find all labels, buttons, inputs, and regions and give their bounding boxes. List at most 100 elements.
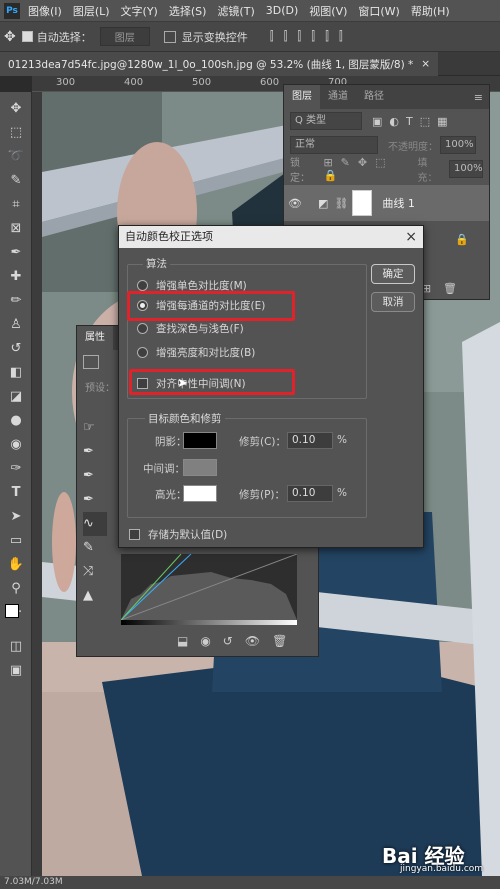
close-tab-icon[interactable]: ×: [421, 58, 430, 70]
highlight-box-snap-neutral: [129, 369, 295, 395]
layer-filter-dropdown[interactable]: Q 类型: [290, 112, 362, 130]
ruler-tick: 300: [56, 77, 76, 88]
filter-icons[interactable]: ▣◐T⬚▦: [372, 115, 455, 128]
menu-window[interactable]: 窗口(W): [358, 3, 399, 19]
menu-layer[interactable]: 图层(L): [73, 3, 110, 19]
document-tab[interactable]: 01213dea7d54fc.jpg@1280w_1l_0o_100sh.jpg…: [0, 52, 439, 76]
lock-icons[interactable]: ⊞✎✥⬚🔒: [323, 156, 413, 182]
close-icon[interactable]: ×: [405, 226, 417, 248]
curve-graph[interactable]: [121, 554, 297, 620]
dodge-tool-icon[interactable]: ◉: [6, 434, 26, 454]
tools-panel: ✥ ⬚ ➰ ✎ ⌗ ⊠ ✒ ✚ ✏ ♙ ↺ ◧ ◪ ● ◉ ✑ T ➤ ▭ ✋ …: [0, 92, 32, 889]
tab-paths[interactable]: 路径: [356, 85, 392, 109]
highlight-clip-input[interactable]: 0.10: [287, 485, 333, 502]
gradient-tool-icon[interactable]: ◪: [6, 386, 26, 406]
highlight-clip-label: 修剪(P)：: [239, 489, 286, 501]
quick-select-tool-icon[interactable]: ✎: [6, 170, 26, 190]
radio-brightness[interactable]: [137, 346, 148, 358]
tab-layers[interactable]: 图层: [284, 85, 320, 109]
blend-mode-dropdown[interactable]: 正常: [290, 136, 378, 154]
panel-menu-icon[interactable]: ≡: [474, 91, 483, 104]
option-enhance-brightness[interactable]: 增强亮度和对比度(B): [137, 343, 255, 361]
crop-tool-icon[interactable]: ⌗: [6, 194, 26, 214]
shadow-clip-label: 修剪(C)：: [239, 436, 287, 448]
mouse-cursor-icon: ➤: [177, 376, 188, 391]
radio-find-dark-light[interactable]: [137, 322, 148, 334]
edit-points-icon[interactable]: ∿: [83, 512, 107, 536]
align-icons[interactable]: ⫿⫿⫿⫿⫿⫿: [270, 29, 353, 44]
clipping-warning-icon[interactable]: ▲: [83, 584, 107, 608]
move-tool-icon[interactable]: ✥: [4, 29, 16, 45]
gray-point-eyedropper-icon[interactable]: ✒: [83, 464, 107, 488]
visibility-eye-icon[interactable]: 👁: [288, 197, 308, 210]
eraser-tool-icon[interactable]: ◧: [6, 362, 26, 382]
clone-stamp-tool-icon[interactable]: ♙: [6, 314, 26, 334]
menu-select[interactable]: 选择(S): [169, 3, 207, 19]
dialog-titlebar: 自动颜色校正选项 ×: [119, 226, 423, 248]
fill-label: 填充：: [417, 158, 438, 184]
cancel-button[interactable]: 取消: [371, 292, 415, 312]
frame-tool-icon[interactable]: ⊠: [6, 218, 26, 238]
properties-footer-icons[interactable]: ⬓◉↺👁🗑: [177, 634, 299, 648]
option-find-dark-light[interactable]: 查找深色与浅色(F): [137, 319, 244, 337]
midtones-label: 中间调：: [143, 463, 185, 475]
highlight-color-swatch[interactable]: [183, 485, 217, 502]
algorithm-group-label: 算法: [143, 256, 170, 271]
move-tool-icon[interactable]: ✥: [6, 98, 26, 118]
lock-row: 锁定： ⊞✎✥⬚🔒 填充： 100%: [284, 156, 489, 184]
on-image-adjust-icon[interactable]: ☞: [83, 416, 107, 440]
ok-button[interactable]: 确定: [371, 264, 415, 284]
highlight-box-per-channel: [127, 291, 295, 321]
rectangle-tool-icon[interactable]: ▭: [6, 530, 26, 550]
brush-tool-icon[interactable]: ✏: [6, 290, 26, 310]
smooth-curve-icon[interactable]: ⤨: [83, 560, 107, 584]
history-brush-tool-icon[interactable]: ↺: [6, 338, 26, 358]
photoshop-app-icon[interactable]: Ps: [4, 2, 20, 19]
shadow-clip-input[interactable]: 0.10: [287, 432, 333, 449]
curve-tools: ☞ ✒ ✒ ✒ ∿ ✎ ⤨ ▲: [83, 416, 107, 606]
draw-curve-icon[interactable]: ✎: [83, 536, 107, 560]
pen-tool-icon[interactable]: ✑: [6, 458, 26, 478]
opacity-input[interactable]: 100%: [440, 136, 476, 154]
layer-mask-thumbnail[interactable]: [352, 190, 373, 216]
tab-properties[interactable]: 属性: [77, 326, 113, 350]
curves-adjustment-icon: ◩: [318, 196, 329, 210]
layer-name[interactable]: 曲线 1: [382, 195, 415, 211]
save-default-checkbox[interactable]: [129, 528, 140, 540]
eyedropper-tool-icon[interactable]: ✒: [6, 242, 26, 262]
menu-3d[interactable]: 3D(D): [266, 4, 299, 17]
menu-image[interactable]: 图像(I): [28, 3, 62, 19]
save-as-default-row[interactable]: 存储为默认值(D): [129, 525, 227, 543]
path-selection-tool-icon[interactable]: ➤: [6, 506, 26, 526]
layer-row-curves[interactable]: 👁 ◩ ⛓ 曲线 1: [284, 185, 489, 221]
type-tool-icon[interactable]: T: [6, 482, 26, 502]
highlights-label: 高光：: [155, 489, 187, 501]
radio-monochromatic[interactable]: [137, 279, 148, 291]
healing-brush-tool-icon[interactable]: ✚: [6, 266, 26, 286]
foreground-color-swatch[interactable]: [5, 604, 19, 618]
zoom-tool-icon[interactable]: ⚲: [6, 578, 26, 598]
black-point-eyedropper-icon[interactable]: ✒: [83, 440, 107, 464]
shadow-color-swatch[interactable]: [183, 432, 217, 449]
quick-mask-icon[interactable]: ◫: [6, 636, 26, 656]
menu-view[interactable]: 视图(V): [309, 3, 347, 19]
ruler-tick: 400: [124, 77, 144, 88]
target-colors-group-label: 目标颜色和修剪: [145, 411, 225, 426]
option-label: 查找深色与浅色(F): [156, 322, 244, 335]
white-point-eyedropper-icon[interactable]: ✒: [83, 488, 107, 512]
show-transform-checkbox[interactable]: [163, 30, 176, 43]
menu-help[interactable]: 帮助(H): [411, 3, 450, 19]
midtone-color-swatch[interactable]: [183, 459, 217, 476]
percent-label: %: [337, 487, 347, 499]
menu-type[interactable]: 文字(Y): [121, 3, 158, 19]
auto-select-dropdown[interactable]: 图层: [99, 27, 150, 46]
hand-tool-icon[interactable]: ✋: [6, 554, 26, 574]
menu-filter[interactable]: 滤镜(T): [217, 3, 254, 19]
blur-tool-icon[interactable]: ●: [6, 410, 26, 430]
screen-mode-icon[interactable]: ▣: [6, 660, 26, 680]
tab-channels[interactable]: 通道: [320, 85, 356, 109]
fill-input[interactable]: 100%: [449, 160, 483, 178]
marquee-tool-icon[interactable]: ⬚: [6, 122, 26, 142]
auto-select-checkbox[interactable]: [21, 31, 33, 42]
lasso-tool-icon[interactable]: ➰: [6, 146, 26, 166]
